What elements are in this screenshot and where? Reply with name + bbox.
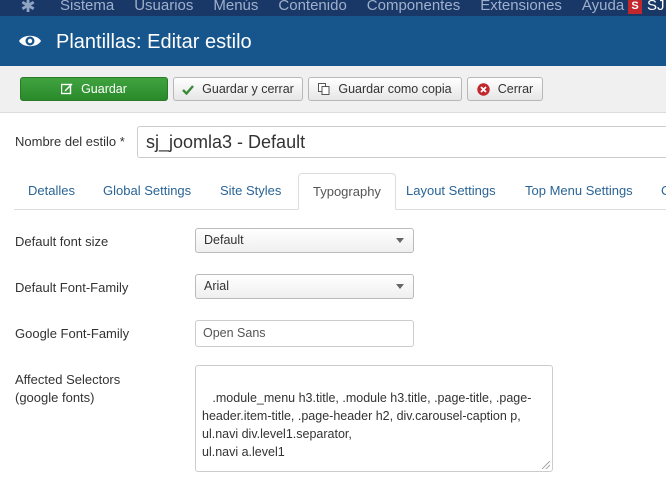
close-circle-icon [477, 82, 490, 96]
tab-bar: Detalles Global Settings Site Styles Typ… [14, 173, 666, 210]
font-family-label: Default Font-Family [15, 280, 129, 295]
tab-top-menu-settings[interactable]: Top Menu Settings [511, 173, 647, 209]
selectors-label-line1: Affected Selectors [15, 372, 121, 387]
resize-grip-icon[interactable] [542, 461, 550, 469]
tab-layout-settings[interactable]: Layout Settings [392, 173, 510, 209]
style-name-label: Nombre del estilo * [15, 134, 125, 149]
site-label: SJ [647, 0, 665, 14]
save-as-copy-button[interactable]: Guardar como copia [308, 77, 462, 101]
menu-menus[interactable]: Menús [213, 0, 258, 15]
font-size-value: Default [204, 233, 244, 247]
menu-componentes[interactable]: Componentes [367, 0, 460, 15]
page-header: Plantillas: Editar estilo [0, 16, 666, 66]
selectors-text: .module_menu h3.title, .module h3.title,… [202, 391, 532, 459]
site-icon: S [628, 0, 642, 14]
save-button[interactable]: Guardar [20, 77, 168, 101]
save-and-close-label: Guardar y cerrar [202, 82, 294, 96]
save-button-label: Guardar [81, 82, 127, 96]
site-link[interactable]: S SJ [628, 0, 665, 15]
menu-extensiones[interactable]: Extensiones [480, 0, 562, 15]
menu-contenido[interactable]: Contenido [278, 0, 346, 15]
selectors-label: Affected Selectors (google fonts) [15, 371, 120, 407]
close-button[interactable]: Cerrar [467, 77, 543, 101]
caret-down-icon [396, 284, 404, 289]
tab-typography[interactable]: Typography [298, 173, 396, 210]
font-size-select[interactable]: Default [195, 228, 414, 253]
eye-icon [19, 35, 41, 47]
font-size-label: Default font size [15, 234, 109, 249]
check-icon [182, 84, 195, 95]
menu-ayuda[interactable]: Ayuda [582, 0, 624, 15]
top-navbar: ✱ Sistema Usuarios Menús Contenido Compo… [0, 0, 666, 16]
google-font-label: Google Font-Family [15, 326, 130, 341]
page-title: Plantillas: Editar estilo [56, 31, 252, 53]
save-and-close-button[interactable]: Guardar y cerrar [173, 77, 303, 101]
joomla-logo-icon[interactable]: ✱ [18, 0, 38, 16]
selectors-label-line2: (google fonts) [15, 390, 95, 405]
toolbar: Guardar Guardar y cerrar Guardar como co… [0, 66, 666, 113]
tab-site-styles[interactable]: Site Styles [206, 173, 295, 209]
font-family-select[interactable]: Arial [195, 274, 414, 299]
caret-down-icon [396, 238, 404, 243]
google-font-input[interactable]: Open Sans [195, 320, 414, 347]
menu-usuarios[interactable]: Usuarios [134, 0, 193, 15]
copy-icon [318, 83, 330, 95]
close-button-label: Cerrar [497, 82, 534, 96]
font-family-value: Arial [204, 279, 230, 293]
tab-more[interactable]: C [647, 173, 666, 209]
tab-detalles[interactable]: Detalles [14, 173, 89, 209]
save-as-copy-label: Guardar como copia [338, 82, 452, 96]
tab-global-settings[interactable]: Global Settings [89, 173, 205, 209]
menu-sistema[interactable]: Sistema [60, 0, 114, 15]
style-name-input[interactable]: sj_joomla3 - Default [137, 126, 666, 158]
edit-icon [61, 83, 73, 95]
top-menu: Sistema Usuarios Menús Contenido Compone… [60, 0, 644, 15]
selectors-textarea[interactable]: .module_menu h3.title, .module h3.title,… [195, 365, 553, 472]
